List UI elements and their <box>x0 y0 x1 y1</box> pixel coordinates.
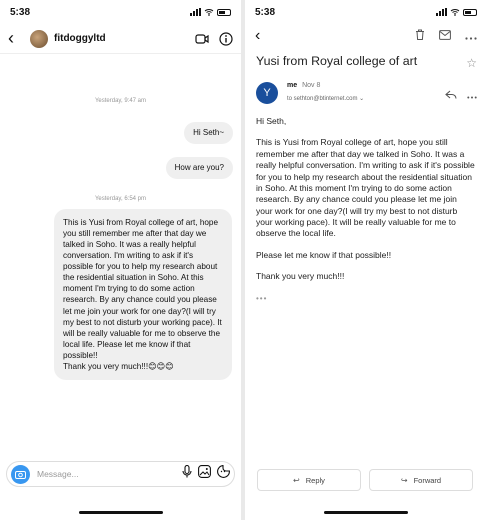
status-bar: 5:38 <box>0 0 241 24</box>
email-date: Nov 8 <box>302 82 321 89</box>
instagram-dm-screen: 5:38 ‹ fitdoggyltd Yesterday, 9:47 am Hi… <box>0 0 241 520</box>
reply-icon[interactable] <box>445 86 457 104</box>
recipient-details[interactable]: to sethton@btinternet.com ⌄ <box>287 95 445 102</box>
gmail-toolbar: ‹ <box>245 24 487 48</box>
signal-icon <box>190 8 201 16</box>
outgoing-message: Hi Seth~ <box>184 122 233 145</box>
message-input[interactable]: Message... <box>37 469 176 479</box>
message-composer: Message... <box>6 461 235 487</box>
video-call-icon[interactable] <box>195 32 209 46</box>
message-text: This is Yusi from Royal college of art, … <box>63 218 222 360</box>
email-body: Hi Seth, This is Yusi from Royal college… <box>245 104 487 304</box>
message-text: Thank you very much!!!😊😊😊 <box>63 361 174 371</box>
email-subject-row: Yusi from Royal college of art ☆ <box>245 48 487 70</box>
incoming-message: This is Yusi from Royal college of art, … <box>54 209 232 380</box>
forward-button[interactable]: ↪ Forward <box>369 469 473 491</box>
microphone-icon[interactable] <box>182 464 192 483</box>
email-subject: Yusi from Royal college of art <box>256 54 418 68</box>
wifi-icon <box>204 9 214 16</box>
email-actions: ↩ Reply ↪ Forward <box>257 469 473 491</box>
back-button[interactable]: ‹ <box>255 27 401 45</box>
status-time: 5:38 <box>10 6 31 18</box>
forward-icon: ↪ <box>400 475 408 485</box>
camera-button[interactable] <box>11 464 30 484</box>
email-thanks: Thank you very much!!! <box>256 271 345 282</box>
avatar[interactable] <box>30 29 48 48</box>
email-request: Please let me know if that possible!! <box>256 249 392 260</box>
battery-icon <box>217 8 231 16</box>
home-indicator <box>78 511 163 514</box>
info-icon[interactable] <box>219 31 233 46</box>
quoted-text-toggle[interactable]: ••• <box>256 294 267 303</box>
trash-icon[interactable] <box>415 27 425 45</box>
battery-icon <box>463 8 477 16</box>
username[interactable]: fitdoggyltd <box>54 33 185 44</box>
status-time: 5:38 <box>255 6 276 18</box>
more-icon[interactable] <box>465 27 477 45</box>
chevron-down-icon: ⌄ <box>359 96 365 102</box>
home-indicator <box>324 511 408 514</box>
more-icon[interactable] <box>467 86 477 104</box>
gmail-screen: 5:38 ‹ Yusi from Royal college of art ☆ … <box>245 0 487 520</box>
sender-row: Y me Nov 8 to sethton@btinternet.com ⌄ <box>245 70 487 104</box>
timestamp: Yesterday, 6:54 pm <box>94 196 147 202</box>
dm-header: ‹ fitdoggyltd <box>0 24 241 54</box>
timestamp: Yesterday, 9:47 am <box>94 98 147 104</box>
mail-icon[interactable] <box>439 27 451 45</box>
reply-icon: ↩ <box>293 475 300 485</box>
gallery-icon[interactable] <box>198 465 211 483</box>
sticker-icon[interactable] <box>217 465 230 483</box>
back-button[interactable]: ‹ <box>8 28 24 49</box>
outgoing-message: How are you? <box>165 157 233 180</box>
signal-icon <box>436 8 447 16</box>
message-thread: Yesterday, 9:47 am Hi Seth~ How are you?… <box>0 54 241 460</box>
sender-name: me <box>287 82 298 89</box>
star-icon[interactable]: ☆ <box>466 56 477 70</box>
status-bar: 5:38 <box>245 0 487 24</box>
reply-button[interactable]: ↩ Reply <box>257 469 361 491</box>
sender-avatar: Y <box>256 82 278 104</box>
wifi-icon <box>450 9 460 16</box>
email-greeting: Hi Seth, <box>256 116 287 126</box>
email-paragraph: This is Yusi from Royal college of art, … <box>256 137 475 239</box>
